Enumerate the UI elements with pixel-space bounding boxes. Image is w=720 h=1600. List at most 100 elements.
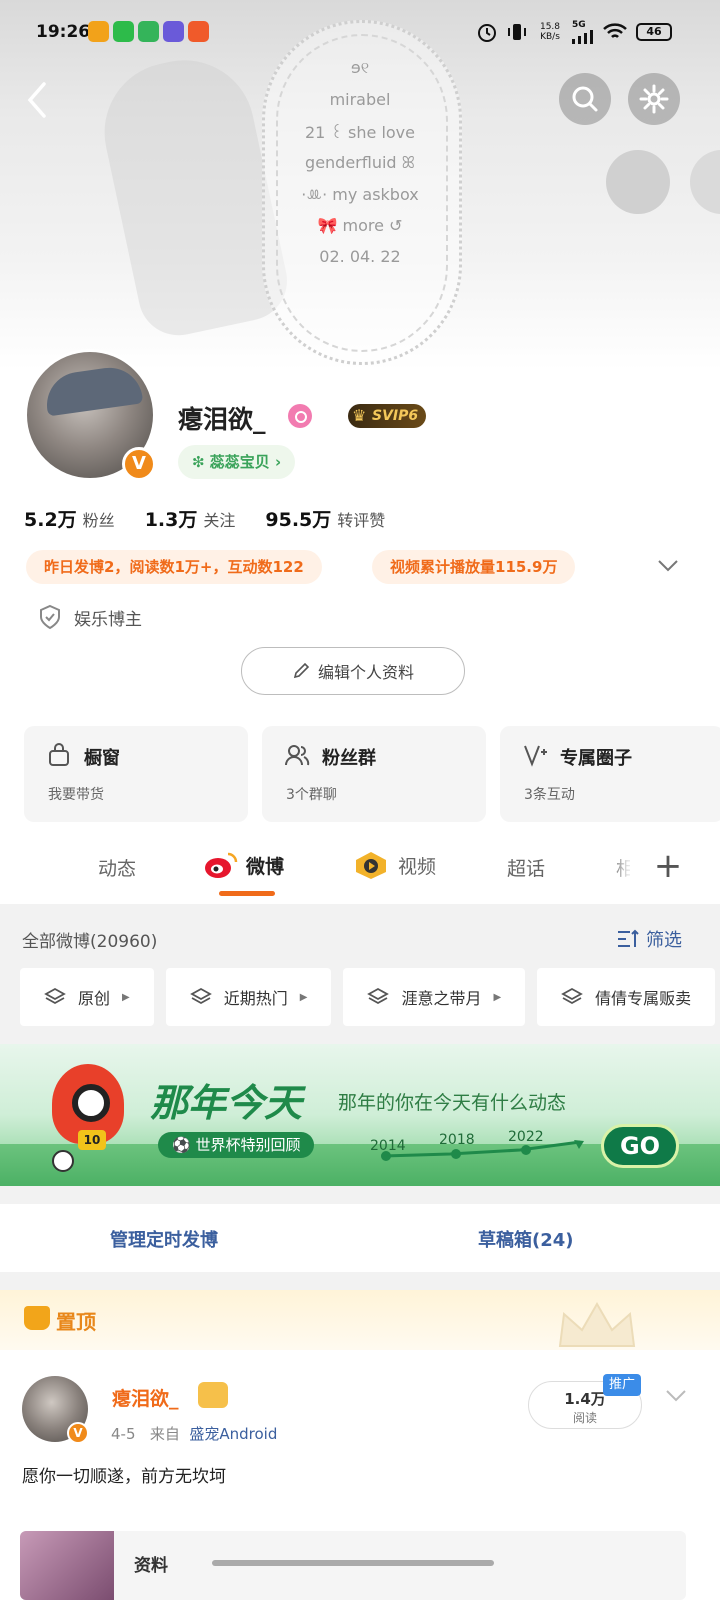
category-row: 娱乐博主 bbox=[38, 604, 142, 630]
profile-username: 瘪泪欲_ bbox=[178, 405, 266, 434]
highlight-pill-video[interactable]: 视频累计播放量115.9万 bbox=[372, 550, 576, 584]
stat-following[interactable]: 1.3万 关注 bbox=[145, 505, 236, 532]
manage-row: 管理定时发博 草稿箱(24) bbox=[0, 1204, 720, 1272]
app-notification-icon bbox=[188, 21, 209, 42]
timeline-year: 2014 bbox=[370, 1138, 406, 1154]
drafts-button[interactable]: 草稿箱(24) bbox=[478, 1226, 574, 1252]
layers-icon bbox=[561, 987, 584, 1005]
layers-icon bbox=[367, 987, 390, 1005]
filter-button[interactable]: 筛选 bbox=[616, 926, 682, 952]
app-notification-icon bbox=[163, 21, 184, 42]
banner-title: 那年今天 bbox=[150, 1081, 303, 1125]
cover-bio-line: ·ꔛ· my askbox bbox=[301, 185, 419, 204]
add-tab-button[interactable]: + bbox=[630, 836, 706, 896]
tab-super-topic[interactable]: 超话 bbox=[507, 854, 545, 881]
chip-collection[interactable]: 涯意之带月 ▶ bbox=[343, 968, 526, 1026]
card-exclusive-circle[interactable]: 专属圈子 3条互动 bbox=[500, 726, 720, 822]
filter-icon bbox=[618, 929, 639, 947]
all-weibo-count: 全部微博(20960) bbox=[22, 932, 158, 952]
cover-bio-line: mirabel bbox=[329, 90, 391, 109]
weibo-logo-icon bbox=[205, 852, 238, 878]
banner-subtitle: 那年的你在今天有什么动态 bbox=[338, 1092, 567, 1114]
cover-bio-line: 21 ꒰ she love bbox=[305, 123, 415, 142]
tab-activity[interactable]: 动态 bbox=[98, 854, 136, 881]
status-time: 19:26 bbox=[36, 22, 91, 42]
video-icon bbox=[356, 852, 386, 879]
wifi-icon bbox=[603, 23, 627, 38]
pencil-icon bbox=[293, 662, 310, 679]
post-meta: 4-5 来自 盛宠Android bbox=[111, 1423, 277, 1444]
svip-badge[interactable]: SVIP6 bbox=[348, 404, 427, 428]
gear-icon bbox=[639, 84, 669, 114]
read-label: 阅读 bbox=[572, 1411, 597, 1425]
shield-check-icon bbox=[40, 604, 60, 630]
stat-interactions[interactable]: 95.5万 转评赞 bbox=[265, 505, 385, 532]
promote-badge[interactable]: 推广 bbox=[603, 1374, 642, 1396]
stat-followers[interactable]: 5.2万 粉丝 bbox=[24, 505, 115, 532]
category-chips: 原创 ▶ 近期热门 ▶ 涯意之带月 ▶ 倩倩专属贩卖 bbox=[20, 968, 716, 1026]
feature-cards: 橱窗 我要带货 粉丝群 3个群聊 专属圈子 3条互动 bbox=[24, 726, 720, 822]
media-thumbnail bbox=[20, 1531, 114, 1600]
chip-recent-hot[interactable]: 近期热门 ▶ bbox=[165, 968, 332, 1026]
cover-bio-line: 🎀 more ↺ bbox=[317, 216, 403, 235]
verified-badge-icon: V bbox=[67, 1422, 89, 1444]
post-source-prefix: 来自 bbox=[149, 1425, 180, 1443]
weibo-notification-icon bbox=[88, 21, 109, 42]
wechat-notification-icon bbox=[113, 21, 134, 42]
active-tab-indicator bbox=[219, 891, 275, 896]
category-label: 娱乐博主 bbox=[74, 609, 142, 630]
banner-badge: ⚽ 世界杯特别回顾 bbox=[158, 1132, 315, 1158]
group-icon bbox=[285, 745, 310, 766]
post-text: 愿你一切顺遂，前方无坎坷 bbox=[22, 1467, 226, 1487]
post-date: 4-5 bbox=[111, 1425, 136, 1443]
settings-button[interactable] bbox=[628, 73, 680, 125]
card-showcase[interactable]: 橱窗 我要带货 bbox=[24, 726, 248, 822]
post-author-name[interactable]: 瘪泪欲_ bbox=[112, 1384, 179, 1411]
cover-bio-line: 02. 04. 22 bbox=[319, 247, 401, 266]
layers-icon bbox=[189, 987, 212, 1005]
highlight-pill-posts[interactable]: 昨日发博2，阅读数1万+，互动数122 bbox=[26, 550, 322, 584]
search-icon bbox=[572, 86, 598, 112]
soccer-ball-icon bbox=[52, 1150, 74, 1172]
crown-watermark-icon bbox=[558, 1301, 636, 1347]
search-button[interactable] bbox=[559, 73, 611, 125]
vibrate-icon bbox=[508, 24, 526, 40]
back-icon[interactable] bbox=[22, 80, 52, 120]
cover-bio-line: genderfluid ꕤ bbox=[305, 153, 415, 172]
search-profile-icon[interactable] bbox=[288, 404, 312, 428]
on-this-day-banner[interactable]: 10 那年今天 那年的你在今天有什么动态 ⚽ 世界杯特别回顾 2014 2018… bbox=[0, 1044, 720, 1186]
home-indicator[interactable] bbox=[212, 1560, 494, 1566]
chevron-down-icon[interactable] bbox=[656, 556, 680, 576]
timeline-year: 2018 bbox=[439, 1132, 475, 1148]
signal-icon bbox=[572, 30, 593, 44]
crown-icon bbox=[24, 1306, 50, 1330]
profile-stats: 5.2万 粉丝 1.3万 关注 95.5万 转评赞 bbox=[24, 505, 385, 532]
card-fan-group[interactable]: 粉丝群 3个群聊 bbox=[262, 726, 486, 822]
fan-tag[interactable]: ❇ 蕊蕊宝贝 › bbox=[178, 445, 296, 479]
tab-video[interactable]: 视频 bbox=[354, 850, 436, 880]
media-title: 资料 bbox=[134, 1556, 168, 1576]
circle-icon bbox=[524, 745, 547, 767]
network-speed: 15.8 KB/s bbox=[539, 22, 561, 42]
pinned-label: 置顶 bbox=[56, 1310, 96, 1334]
vip-crown-icon bbox=[198, 1382, 228, 1408]
bag-icon bbox=[49, 743, 69, 766]
video-app-notification-icon bbox=[138, 21, 159, 42]
chip-exclusive-sale[interactable]: 倩倩专属贩卖 bbox=[537, 968, 716, 1026]
layers-icon bbox=[44, 987, 66, 1005]
post-source[interactable]: 盛宠Android bbox=[189, 1425, 277, 1443]
chevron-down-icon[interactable] bbox=[664, 1386, 688, 1406]
status-bar: 19:26 15.8 KB/s 5G 46 bbox=[0, 0, 720, 64]
chip-original[interactable]: 原创 ▶ bbox=[20, 968, 154, 1026]
notification-icons bbox=[88, 21, 209, 42]
network-type: 5G bbox=[572, 20, 586, 30]
timeline-year: 2022 bbox=[508, 1129, 544, 1145]
tab-weibo[interactable]: 微博 bbox=[204, 850, 284, 880]
edit-profile-button[interactable]: 编辑个人资料 bbox=[241, 647, 465, 695]
go-button[interactable]: GO bbox=[601, 1124, 679, 1168]
verified-badge-icon: V bbox=[122, 447, 156, 481]
timeline-line bbox=[381, 1140, 584, 1161]
alarm-icon bbox=[478, 24, 496, 42]
scheduled-posts-button[interactable]: 管理定时发博 bbox=[110, 1226, 218, 1252]
battery-icon: 46 bbox=[636, 23, 672, 41]
